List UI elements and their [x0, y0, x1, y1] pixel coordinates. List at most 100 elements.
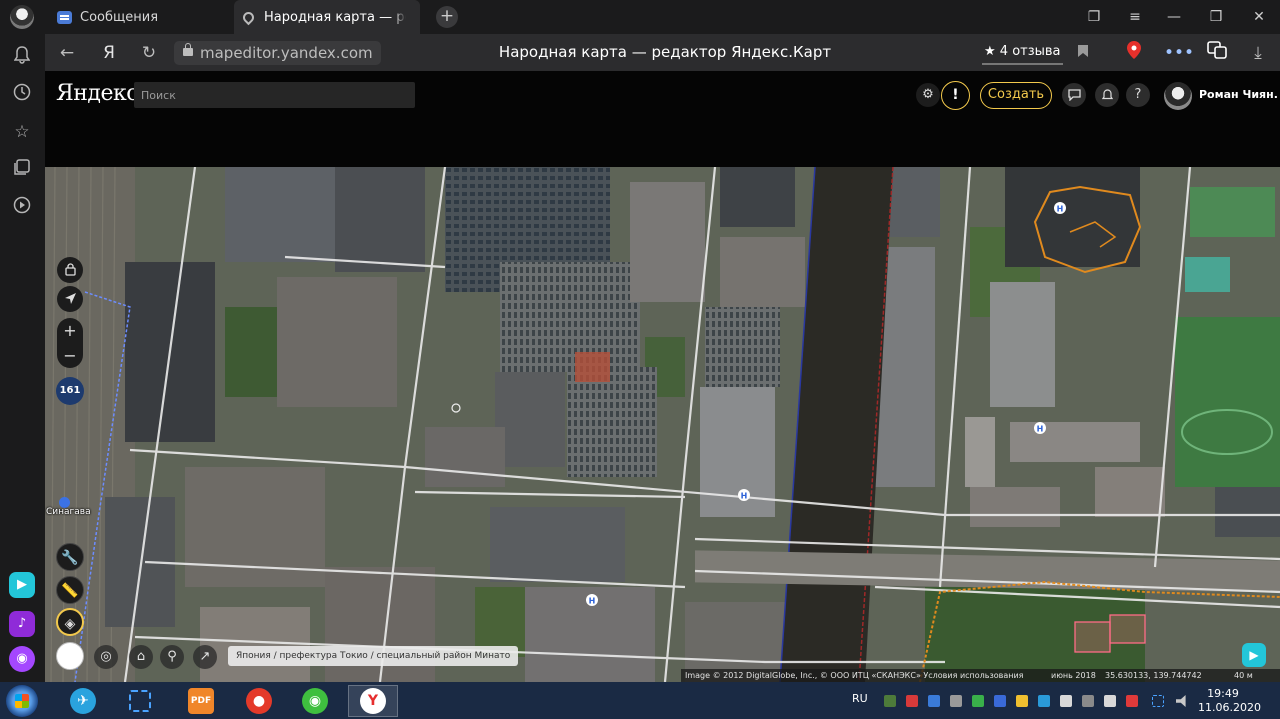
svg-text:H: H	[741, 492, 748, 501]
svg-text:H: H	[1037, 425, 1044, 434]
music-app-icon[interactable]: ♪	[9, 611, 35, 637]
warning-button[interactable]: !	[941, 81, 970, 110]
panorama-icon[interactable]: ⌂	[129, 645, 153, 669]
create-button[interactable]: Создать	[980, 82, 1052, 109]
map-status-bar: Image © 2012 DigitalGlobe, Inc., © ООО И…	[681, 669, 1280, 682]
windows-taskbar: ✈ PDF ● ◉ Y RU 19:49 11.06.2020	[0, 682, 1280, 719]
yandex-home-icon[interactable]: Я	[97, 41, 121, 65]
download-icon[interactable]: ⤓	[1246, 41, 1270, 65]
flag-icon[interactable]	[1060, 695, 1072, 707]
copyright-text[interactable]: Image © 2012 DigitalGlobe, Inc., © ООО И…	[685, 669, 1024, 682]
tab-label: Сообщения	[80, 9, 159, 25]
more-dots-icon[interactable]: •••	[1164, 41, 1194, 65]
radio-icon[interactable]: ◉	[290, 685, 340, 717]
tab-label: Народная карта — ре	[264, 9, 413, 25]
clock-time: 19:49	[1207, 687, 1239, 700]
svg-text:H: H	[1057, 205, 1064, 214]
alice-assistant-icon[interactable]: ◉	[9, 646, 35, 672]
history-icon[interactable]	[11, 83, 33, 105]
tray-icon[interactable]	[994, 695, 1006, 707]
reload-icon[interactable]: ↻	[137, 41, 161, 65]
tray-icon[interactable]	[906, 695, 918, 707]
tray-icon[interactable]	[928, 695, 940, 707]
url-field[interactable]: mapeditor.yandex.com	[174, 41, 381, 65]
translate-icon[interactable]	[1205, 41, 1229, 65]
bookmark-icon[interactable]	[1071, 41, 1095, 65]
external-link-icon[interactable]: ↗	[193, 645, 217, 669]
breadcrumb[interactable]: Япония / префектура Токио / специальный …	[228, 646, 519, 666]
gear-icon[interactable]: ⚙	[916, 83, 940, 107]
location-pin-icon[interactable]: ⚲	[160, 645, 184, 669]
avatar[interactable]	[1164, 82, 1192, 110]
browser-profile-avatar[interactable]	[10, 5, 34, 29]
tray-icon[interactable]	[1126, 695, 1138, 707]
imagery-date: июнь 2018	[1051, 671, 1096, 680]
svg-text:H: H	[589, 597, 596, 606]
station-label[interactable]: Синагава	[46, 507, 91, 517]
minimize-icon[interactable]: —	[1162, 5, 1186, 29]
volume-icon[interactable]	[1176, 695, 1186, 707]
network-icon[interactable]	[1082, 695, 1094, 707]
search-input[interactable]	[134, 82, 415, 108]
menu-icon[interactable]: ≡	[1123, 5, 1147, 29]
flag-icon[interactable]	[1104, 695, 1116, 707]
reviews-button[interactable]: ★ 4 отзыва	[982, 41, 1063, 65]
tray-icon[interactable]	[1038, 695, 1050, 707]
telegram-icon[interactable]: ✈	[58, 685, 108, 717]
collections-icon[interactable]: ❐	[1082, 5, 1106, 29]
play-circle-icon[interactable]	[11, 196, 33, 218]
tab-messages[interactable]: Сообщения	[50, 0, 230, 34]
help-icon[interactable]: ?	[1126, 83, 1150, 107]
coordinates: 35.630133, 139.744742	[1105, 671, 1202, 680]
star-icon[interactable]: ☆	[11, 121, 33, 143]
zoom-out-button[interactable]: −	[57, 343, 83, 368]
map-pin-icon	[240, 9, 256, 25]
restore-icon[interactable]: ❒	[1204, 5, 1228, 29]
language-indicator[interactable]: RU	[852, 692, 868, 705]
geolocation-icon[interactable]	[57, 286, 83, 312]
alice-app-icon[interactable]: ▶	[9, 572, 35, 598]
back-icon[interactable]: ←	[55, 41, 79, 65]
clock[interactable]: 19:49 11.06.2020	[1198, 687, 1261, 715]
page-title: Народная карта — редактор Яндекс.Карт	[498, 43, 832, 61]
alice-map-icon[interactable]: ▶	[1242, 643, 1266, 667]
collections-sidebar-icon[interactable]	[11, 159, 33, 181]
yandex-browser-icon[interactable]: Y	[348, 685, 398, 717]
tray-icon[interactable]	[1016, 695, 1028, 707]
satellite-imagery: H H H H	[45, 167, 1280, 682]
bell-icon[interactable]	[11, 46, 33, 68]
satellite-map[interactable]: H H H H + − 161 Синагава 🔧 📏 ◈ ◎ ⌂ ⚲ ↗ Я…	[45, 167, 1280, 682]
lock-map-icon[interactable]	[57, 257, 83, 283]
message-icon	[56, 9, 72, 25]
screenshot-tray-icon[interactable]	[1152, 695, 1164, 707]
yandex-logo[interactable]: Яндекс	[56, 81, 139, 106]
scale-label: 40 м	[1234, 671, 1253, 680]
tray-icon[interactable]	[972, 695, 984, 707]
geo-pin-icon[interactable]	[1122, 41, 1146, 65]
snipping-icon[interactable]	[115, 685, 165, 717]
wrench-icon[interactable]: 🔧	[56, 543, 84, 571]
tray-icon[interactable]	[950, 695, 962, 707]
pdf-icon[interactable]: PDF	[176, 685, 226, 717]
chat-icon[interactable]	[1062, 83, 1086, 107]
mapeditor-header: Яндекс ⚙ ! Создать ? Роман Чиян...	[45, 71, 1280, 167]
address-bar: ← Я ↻ mapeditor.yandex.com Народная карт…	[45, 34, 1280, 71]
zoom-level-badge[interactable]: 161	[56, 377, 84, 405]
zoom-in-button[interactable]: +	[57, 318, 83, 343]
lock-icon	[183, 43, 193, 56]
browser-sidebar: ☆ ▶ ♪ ◉	[0, 34, 45, 682]
tab-map-editor[interactable]: Народная карта — ре	[234, 0, 420, 34]
url-text: mapeditor.yandex.com	[200, 44, 373, 62]
notification-bell-icon[interactable]	[1095, 83, 1119, 107]
layers-icon[interactable]: ◈	[56, 608, 84, 636]
map-type-button[interactable]	[56, 642, 84, 670]
start-button[interactable]	[6, 685, 38, 717]
camera-icon[interactable]: ◎	[94, 645, 118, 669]
close-window-icon[interactable]: ✕	[1247, 5, 1271, 29]
tray-icon[interactable]	[884, 695, 896, 707]
new-tab-button[interactable]: +	[436, 6, 458, 28]
ladybug-icon[interactable]: ●	[234, 685, 284, 717]
tab-fade	[392, 0, 420, 34]
user-name[interactable]: Роман Чиян...	[1199, 88, 1277, 101]
ruler-icon[interactable]: 📏	[56, 576, 84, 604]
